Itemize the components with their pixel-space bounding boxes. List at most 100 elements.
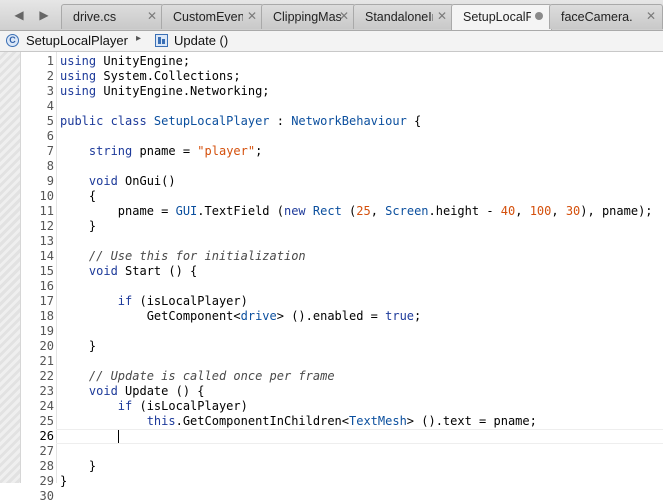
breadcrumb: C SetupLocalPlayer ▸ Update () xyxy=(0,31,663,52)
code-line[interactable]: void Start () { xyxy=(56,264,663,279)
code-line[interactable]: this.GetComponentInChildren<TextMesh> ()… xyxy=(56,414,663,429)
code-token: true xyxy=(385,309,415,323)
close-icon[interactable]: ✕ xyxy=(339,9,349,23)
code-token: public class xyxy=(60,114,154,128)
code-token: } xyxy=(60,219,97,233)
code-line[interactable]: // Use this for initialization xyxy=(56,249,663,264)
code-token: TextMesh xyxy=(349,414,407,428)
code-token: , xyxy=(515,204,530,218)
line-number: 17 xyxy=(39,294,54,308)
tab-setuplocalplayer[interactable]: SetupLocalPl ● xyxy=(451,4,552,30)
code-token: string xyxy=(88,144,133,158)
line-number: 30 xyxy=(39,489,54,503)
code-token: .height - xyxy=(428,204,501,218)
tab-label: ClippingMask xyxy=(273,10,341,24)
code-token: ; xyxy=(255,144,263,158)
code-token: 30 xyxy=(565,204,581,218)
code-token: UnityEngine; xyxy=(96,54,191,68)
tab-facecamera[interactable]: faceCamera.c ✕ xyxy=(549,4,663,29)
code-line[interactable]: } xyxy=(56,339,663,354)
tab-label: CustomEvent xyxy=(173,10,243,24)
code-line[interactable]: void Update () { xyxy=(56,384,663,399)
code-token: ( xyxy=(341,204,357,218)
line-number: 1 xyxy=(46,54,54,68)
code-line[interactable]: GetComponent<drive> ().enabled = true; xyxy=(56,309,663,324)
code-line[interactable]: // Update is called once per frame xyxy=(56,369,663,384)
line-number: 16 xyxy=(39,279,54,293)
breadcrumb-class[interactable]: SetupLocalPlayer xyxy=(26,33,128,48)
code-token: } xyxy=(60,474,68,488)
line-number: 21 xyxy=(39,354,54,368)
back-arrow-icon[interactable]: ◀ xyxy=(9,6,29,24)
forward-arrow-icon[interactable]: ▶ xyxy=(34,6,54,24)
code-token: GUI xyxy=(175,204,198,218)
code-line[interactable]: void OnGui() xyxy=(56,174,663,189)
text-caret xyxy=(117,430,119,443)
tab-standaloneinput[interactable]: StandaloneInp ✕ xyxy=(353,4,454,29)
line-number: 14 xyxy=(39,249,54,263)
tab-label: faceCamera.c xyxy=(561,10,633,24)
code-token: // Update is called once per frame xyxy=(88,369,335,383)
code-token: NetworkBehaviour xyxy=(291,114,407,128)
close-icon[interactable]: ✕ xyxy=(147,9,157,23)
code-line[interactable]: using System.Collections; xyxy=(56,69,663,84)
code-line[interactable] xyxy=(56,279,663,294)
code-line[interactable]: using UnityEngine.Networking; xyxy=(56,84,663,99)
code-line[interactable]: using UnityEngine; xyxy=(56,54,663,69)
code-token: (isLocalPlayer) xyxy=(132,294,248,308)
close-icon[interactable]: ✕ xyxy=(247,9,257,23)
code-token: ), pname); xyxy=(580,204,653,218)
code-line[interactable]: } xyxy=(56,474,663,489)
code-line[interactable]: public class SetupLocalPlayer : NetworkB… xyxy=(56,114,663,129)
code-line[interactable] xyxy=(56,99,663,114)
code-line[interactable]: pname = GUI.TextField (new Rect (25, Scr… xyxy=(56,204,663,219)
code-token: using xyxy=(60,54,97,68)
code-line[interactable]: string pname = "player"; xyxy=(56,144,663,159)
tab-clippingmask[interactable]: ClippingMask ✕ xyxy=(261,4,356,29)
code-line[interactable] xyxy=(56,489,663,504)
line-number: 4 xyxy=(46,99,54,113)
code-token: if xyxy=(117,294,133,308)
code-token: this xyxy=(146,414,176,428)
tab-bar: ◀ ▶ drive.cs ✕ CustomEvent ✕ ClippingMas… xyxy=(0,0,663,31)
code-line[interactable]: if (isLocalPlayer) xyxy=(56,399,663,414)
modified-dot-icon[interactable]: ● xyxy=(535,12,543,20)
close-icon[interactable]: ✕ xyxy=(646,9,656,23)
class-icon: C xyxy=(6,34,19,47)
line-number: 22 xyxy=(39,369,54,383)
code-line[interactable]: } xyxy=(56,459,663,474)
code-line[interactable]: } xyxy=(56,219,663,234)
code-line[interactable]: if (isLocalPlayer) xyxy=(56,294,663,309)
line-number: 26 xyxy=(39,429,54,443)
tab-label: StandaloneInp xyxy=(365,10,433,24)
code-editor[interactable]: 1 2 3 4 5 6 7 8 9 10 11 12 13 14 15 16 17 18 19 20 21 22 23 24 2… xyxy=(0,52,663,503)
close-icon[interactable]: ✕ xyxy=(437,9,447,23)
code-token: , xyxy=(551,204,566,218)
code-line[interactable] xyxy=(56,324,663,339)
code-token: } xyxy=(60,339,97,353)
line-number: 18 xyxy=(39,309,54,323)
code-line[interactable] xyxy=(56,159,663,174)
code-line[interactable] xyxy=(56,354,663,369)
code-token: 100 xyxy=(529,204,552,218)
code-line[interactable]: { xyxy=(56,189,663,204)
code-line[interactable] xyxy=(56,444,663,459)
code-token: Update () { xyxy=(117,384,205,398)
code-line[interactable] xyxy=(56,129,663,144)
tab-drive-cs[interactable]: drive.cs ✕ xyxy=(61,4,164,29)
code-line[interactable] xyxy=(56,429,663,444)
code-token: Rect xyxy=(312,204,342,218)
code-line[interactable] xyxy=(56,234,663,249)
code-token: 25 xyxy=(356,204,371,218)
breadcrumb-method[interactable]: Update () xyxy=(174,33,228,48)
code-token: pname = xyxy=(60,204,176,218)
line-number: 15 xyxy=(39,264,54,278)
tab-customevent[interactable]: CustomEvent ✕ xyxy=(161,4,264,29)
code-area[interactable]: using UnityEngine; using System.Collectio… xyxy=(56,52,663,488)
